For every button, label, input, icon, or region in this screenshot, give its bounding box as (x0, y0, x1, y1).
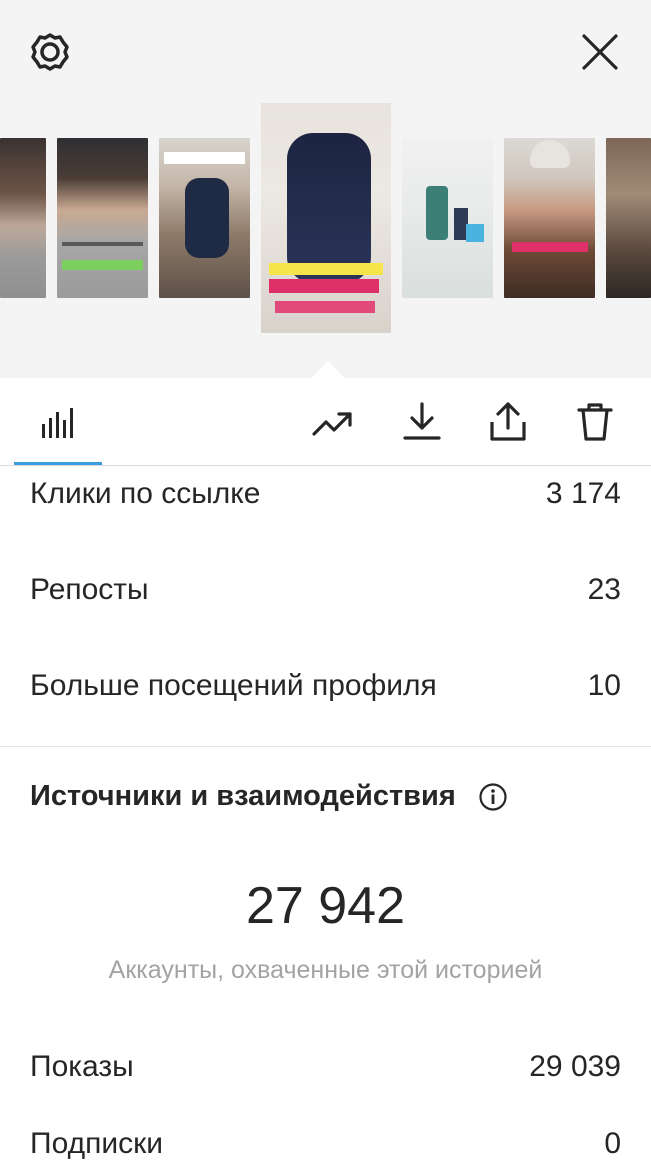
insights-bars-icon[interactable] (36, 400, 80, 444)
stat-value: 3 174 (545, 477, 621, 510)
stat-row-reposts: Репосты 23 (30, 570, 621, 610)
story-thumbnail[interactable] (57, 138, 148, 298)
stat-row-link-clicks: Клики по ссылке 3 174 (30, 474, 621, 514)
info-icon[interactable] (478, 782, 508, 812)
section-title-text: Источники и взаимодействия (30, 780, 456, 812)
stat-label: Больше посещений профиля (30, 669, 437, 702)
story-thumbnail-selected[interactable] (261, 103, 391, 333)
stat-value: 23 (587, 573, 621, 606)
stat-label: Репосты (30, 573, 149, 606)
stat-label: Клики по ссылке (30, 477, 261, 510)
share-icon[interactable] (486, 400, 530, 444)
story-toolbar (0, 378, 651, 466)
reach-value: 27 942 (245, 877, 406, 935)
stat-label: Показы (30, 1050, 134, 1083)
story-thumbnail[interactable] (606, 138, 651, 298)
stat-row-profile-visits: Больше посещений профиля 10 (30, 666, 621, 706)
story-thumbnail[interactable] (504, 138, 595, 298)
trash-icon[interactable] (573, 400, 617, 444)
active-tab-indicator (14, 462, 102, 465)
reach-caption: Аккаунты, охваченные этой историей (108, 956, 543, 984)
trending-up-icon[interactable] (310, 400, 354, 444)
close-x-icon[interactable] (578, 30, 622, 74)
stat-value: 10 (587, 669, 621, 702)
section-divider (0, 746, 651, 747)
settings-gear-icon[interactable] (28, 30, 72, 74)
story-thumbnail[interactable] (402, 138, 493, 298)
selected-story-pointer (312, 361, 344, 378)
story-thumbnail[interactable] (159, 138, 250, 298)
stat-value: 29 039 (529, 1050, 621, 1083)
download-icon[interactable] (400, 400, 444, 444)
sources-section-title: Источники и взаимодействия (30, 780, 508, 813)
stat-row-follows: Подписки 0 (30, 1124, 621, 1164)
story-thumbnail[interactable] (0, 138, 46, 298)
stat-row-impressions: Показы 29 039 (30, 1047, 621, 1087)
story-preview-area (0, 0, 651, 378)
